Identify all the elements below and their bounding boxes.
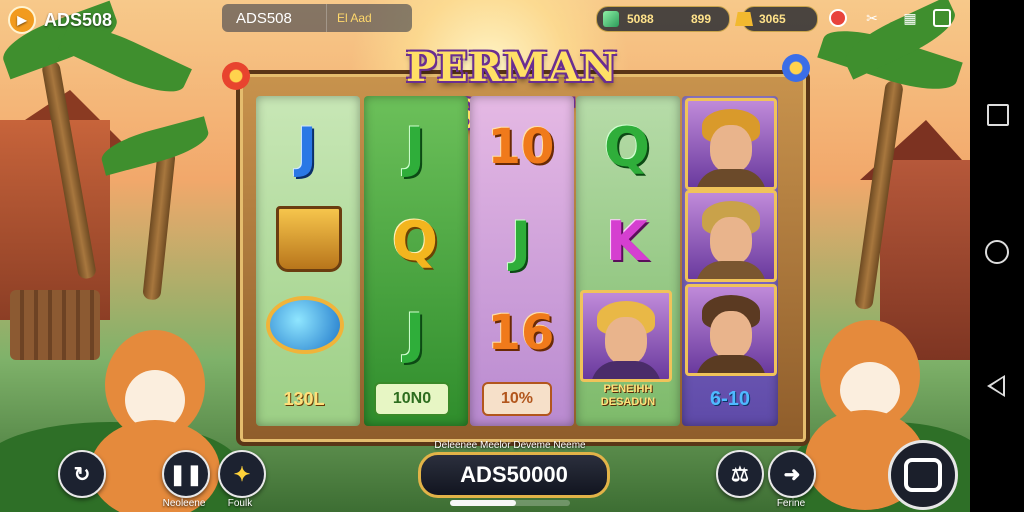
face (710, 125, 752, 173)
goggles-icon (266, 296, 344, 354)
pause-button[interactable]: ❚❚ (162, 450, 210, 498)
brand-name: ADS508 (44, 9, 113, 30)
star-icon: ✦ (233, 463, 251, 486)
next-caption: Ferine (776, 498, 806, 509)
title-pill: ADS508 El Aad (222, 4, 412, 32)
pause-icon: ❚❚ (169, 463, 203, 486)
credit-caption: Deleenee Meelor Deveme Neeme (434, 440, 586, 451)
title-primary: ADS508 (236, 9, 292, 27)
shirt (696, 169, 766, 187)
portrait-symbol (580, 290, 672, 382)
gem-balance[interactable]: 5088 899 (596, 6, 730, 32)
star-button[interactable]: ✦ (218, 450, 266, 498)
gem-icon (603, 11, 619, 27)
gold-count: 3065 (759, 12, 786, 26)
home-icon[interactable] (985, 240, 1009, 264)
shirt (696, 261, 766, 279)
spin-button[interactable] (888, 440, 958, 510)
progress-bar (450, 500, 570, 506)
palm-tree-trunk (142, 149, 176, 301)
reel-2-label: 10N0 (374, 382, 450, 416)
bet-settings-icon: ⚖ (731, 463, 749, 486)
back-play-icon[interactable]: ▶ (8, 6, 36, 34)
treasure-cup-icon (276, 206, 342, 272)
symbol-q: Q (392, 209, 438, 273)
refresh-button[interactable]: ↻ (58, 450, 106, 498)
wooden-bench (10, 290, 100, 360)
system-nav-bar (970, 0, 1024, 512)
gold-bar-icon (735, 12, 753, 26)
title-secondary: El Aad (337, 11, 372, 25)
recent-apps-icon[interactable] (987, 104, 1009, 126)
symbol-k: K (606, 209, 648, 273)
next-button[interactable]: ➜ (768, 450, 816, 498)
reel-4-label: PENEIHH DESADUN (582, 378, 674, 414)
star-caption: Foulk (227, 498, 253, 509)
top-bar: ▶ ADS508 ADS508 El Aad 5088 899 3065 ✂ ▦ (0, 0, 970, 36)
symbol-j: J (404, 115, 426, 179)
reel-4-label-line2: DESADUN (600, 396, 656, 408)
credit-display: ADS50000 (418, 452, 610, 498)
symbol-10: 10 (487, 119, 555, 175)
refresh-icon: ↻ (73, 463, 91, 486)
reel-5-label: 6-10 (709, 387, 751, 410)
portrait-symbol (685, 190, 777, 282)
reel-3-label: 10% (482, 382, 552, 416)
bet-settings-button[interactable]: ⚖ (716, 450, 764, 498)
face (710, 311, 752, 359)
symbol-q: Q (604, 115, 650, 179)
leaderboard-icon[interactable]: ▦ (900, 8, 920, 28)
symbol-j: J (296, 115, 318, 179)
symbol-j: J (510, 209, 532, 273)
portrait-symbol (685, 98, 777, 190)
gem-count: 5088 (627, 12, 654, 26)
share-icon[interactable]: ✂ (862, 8, 882, 28)
symbol-16: 16 (487, 305, 555, 361)
menu-icon[interactable] (932, 8, 952, 28)
arrow-right-icon: ➜ (783, 463, 801, 486)
spin-icon (904, 458, 942, 492)
shirt (696, 355, 766, 373)
brand[interactable]: ▶ ADS508 (8, 6, 112, 34)
face (710, 217, 752, 265)
gift-icon[interactable] (828, 8, 848, 28)
flower-decoration (782, 54, 810, 82)
flower-decoration (222, 62, 250, 90)
face (605, 317, 647, 365)
back-icon[interactable] (987, 375, 1005, 397)
reel-4-label-line1: PENEIHH (603, 383, 653, 395)
reel-1-label: 130L (283, 388, 325, 409)
portrait-symbol (685, 284, 777, 376)
game-title: PERMAN SLOT (406, 44, 618, 138)
gold-balance[interactable]: 3065 (735, 6, 818, 32)
progress-fill (450, 500, 516, 506)
multiplier-value: 899 (691, 12, 712, 26)
symbol-j: J (404, 301, 426, 365)
